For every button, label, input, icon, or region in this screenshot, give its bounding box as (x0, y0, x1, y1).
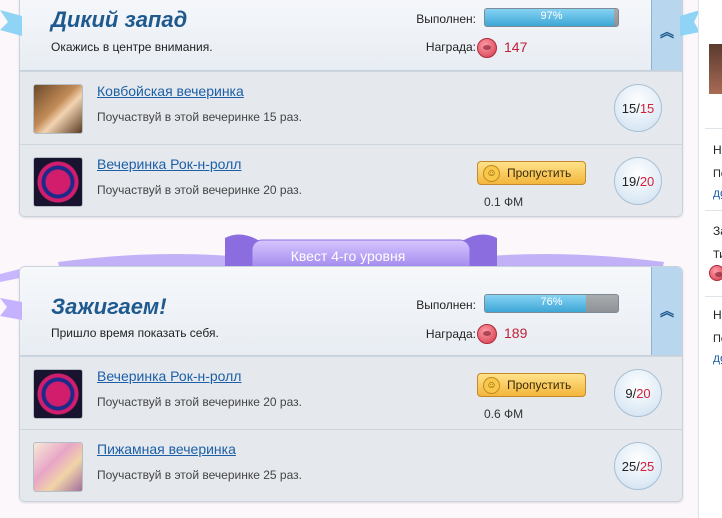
quest-title: Зажигаем! (51, 294, 167, 319)
skip-label: Пропустить (507, 378, 572, 392)
collapse-button[interactable]: ︽ (651, 0, 682, 70)
progress-bar: 97% (484, 8, 619, 27)
party-link[interactable]: Вечеринка Рок-н-ролл (97, 156, 241, 172)
progress-bar: 76% (484, 294, 619, 313)
party-counter: 9/20 (614, 369, 662, 417)
quest-header: Зажигаем! Пришло время показать себя. Вы… (20, 267, 682, 356)
avatar[interactable] (709, 44, 722, 94)
party-link[interactable]: Вечеринка Рок-н-ролл (97, 368, 241, 384)
quest-panel-zazhigaem: Зажигаем! Пришло время показать себя. Вы… (19, 266, 683, 502)
progress-percent: 97% (540, 10, 563, 22)
cowboy-party-thumbnail[interactable] (33, 84, 83, 134)
divider (705, 296, 722, 297)
reward-coin-icon (477, 324, 497, 344)
party-link[interactable]: Пижамная вечеринка (97, 441, 236, 457)
smiley-icon: ☺ (483, 376, 500, 394)
reward-label: Награда: (425, 327, 476, 341)
rock-party-thumbnail[interactable] (33, 157, 83, 207)
rock-party-thumbnail[interactable] (33, 369, 83, 419)
skip-button[interactable]: ☺ Пропустить (477, 373, 586, 397)
ribbon-tip-left-icon (0, 10, 22, 36)
party-counter: 15/15 (614, 84, 662, 132)
ribbon-label: Квест 4-го уровня (290, 248, 406, 264)
divider (705, 128, 722, 129)
party-counter: 25/25 (614, 442, 662, 490)
reward-coin-icon (477, 38, 497, 58)
right-sidebar: Н По до За Ти Н По до (698, 0, 722, 518)
party-link[interactable]: Ковбойская вечеринка (97, 83, 244, 99)
counter-done: 9 (625, 385, 633, 401)
counter-total: 20 (639, 173, 655, 189)
sidebar-fragment: За (713, 224, 722, 238)
quest-panel-wild-west: Дикий запад Окажись в центре внимания. В… (19, 0, 683, 217)
chevron-up-icon: ︽ (660, 23, 674, 40)
quest-header: Дикий запад Окажись в центре внимания. В… (20, 0, 682, 71)
sidebar-fragment: По (713, 333, 722, 345)
ribbon-tip-right-icon (680, 10, 700, 36)
skip-cost: 0.6 ФМ (484, 407, 524, 421)
quest-subtitle: Окажись в центре внимания. (51, 40, 213, 54)
sidebar-link[interactable]: до (713, 351, 722, 365)
sidebar-fragment: Н (713, 308, 722, 322)
sidebar-fragment: Н (713, 143, 722, 157)
ribbon-tip-left-icon (0, 298, 22, 320)
party-row: Ковбойская вечеринка Поучаствуй в этой в… (20, 71, 682, 144)
counter-done: 25 (621, 458, 637, 474)
reward-label: Награда: (425, 40, 476, 54)
party-description: Поучаствуй в этой вечеринке 15 раз. (97, 110, 302, 124)
counter-done: 19 (621, 173, 637, 189)
counter-total: 15 (639, 100, 655, 116)
party-row: Вечеринка Рок-н-ролл Поучаствуй в этой в… (20, 356, 682, 429)
sidebar-link[interactable]: до (713, 186, 722, 200)
party-counter: 19/20 (614, 157, 662, 205)
reward-value: 147 (504, 39, 528, 55)
progress-label: Выполнен: (416, 12, 476, 26)
sidebar-fragment: Ти (713, 249, 722, 261)
sidebar-fragment: По (713, 168, 722, 180)
pajama-party-thumbnail[interactable] (33, 442, 83, 492)
progress-label: Выполнен: (416, 298, 476, 312)
smiley-icon: ☺ (483, 164, 500, 182)
party-row: Вечеринка Рок-н-ролл Поучаствуй в этой в… (20, 144, 682, 216)
counter-total: 25 (639, 458, 655, 474)
skip-label: Пропустить (507, 166, 572, 180)
reward-value: 189 (504, 325, 528, 341)
quest-title: Дикий запад (51, 7, 188, 32)
quest-subtitle: Пришло время показать себя. (51, 326, 219, 340)
progress-percent: 76% (540, 296, 563, 308)
counter-done: 15 (621, 100, 637, 116)
party-description: Поучаствуй в этой вечеринке 25 раз. (97, 468, 302, 482)
skip-cost: 0.1 ФМ (484, 195, 524, 209)
coin-icon (709, 265, 722, 281)
divider (705, 210, 722, 211)
chevron-up-icon: ︽ (660, 303, 674, 319)
skip-button[interactable]: ☺ Пропустить (477, 161, 586, 185)
party-row: Пижамная вечеринка Поучаствуй в этой веч… (20, 429, 682, 501)
collapse-button[interactable]: ︽ (651, 267, 682, 355)
party-description: Поучаствуй в этой вечеринке 20 раз. (97, 395, 302, 409)
counter-total: 20 (636, 385, 651, 401)
party-description: Поучаствуй в этой вечеринке 20 раз. (97, 183, 302, 197)
